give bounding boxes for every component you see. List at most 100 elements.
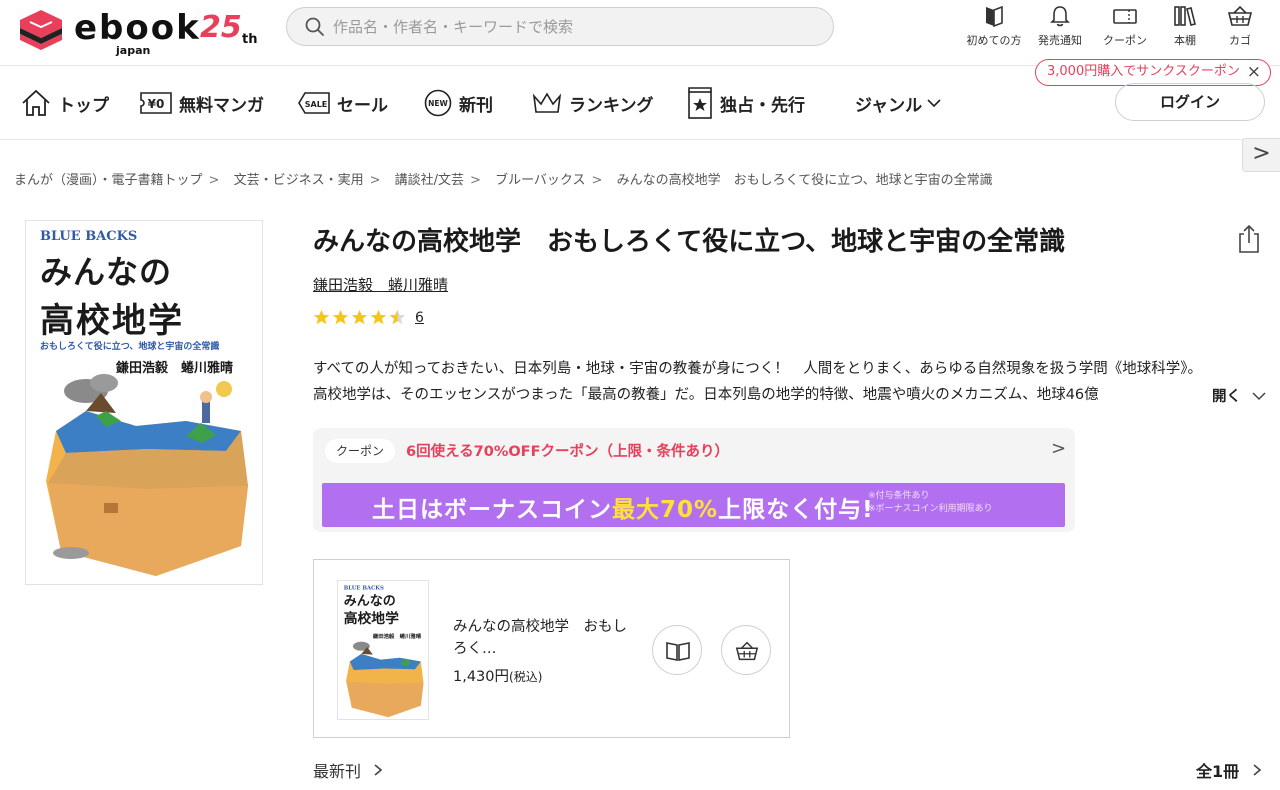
nav-new-releases[interactable]: NEW 新刊 <box>423 85 493 121</box>
svg-text:みんなの: みんなの <box>344 594 396 609</box>
nav-label: 独占・先行 <box>720 95 805 116</box>
breadcrumb-separator: > <box>208 173 220 188</box>
svg-text:鎌田浩毅 蜷川雅晴: 鎌田浩毅 蜷川雅晴 <box>372 632 422 640</box>
book-read-icon <box>666 642 690 661</box>
book-open-icon <box>986 5 1003 28</box>
logo-subtext: japan <box>116 44 151 57</box>
nav-genre[interactable]: ジャンル <box>855 85 942 121</box>
logo-books-icon <box>20 10 62 50</box>
svg-text:BLUE BACKS: BLUE BACKS <box>344 585 384 591</box>
nav-label: 無料マンガ <box>179 95 264 116</box>
star-icon <box>332 309 349 325</box>
anniversary-mark: 25 <box>200 10 242 45</box>
search-box[interactable] <box>286 7 834 46</box>
nav-free-manga[interactable]: ¥0 無料マンガ <box>139 85 264 121</box>
search-icon <box>305 17 325 37</box>
cover-title-line1: みんなの <box>40 253 173 291</box>
breadcrumb: まんが（漫画）・電子書籍トップ > 文芸・ビジネス・実用 > 講談社/文芸 > ブルー… <box>14 169 997 188</box>
volume-price: 1,430円(税込) <box>453 665 542 686</box>
all-volumes-link[interactable]: 全1冊 <box>1196 758 1263 782</box>
header-nav-label: 発売通知 <box>1038 34 1082 47</box>
chevron-down-icon <box>927 99 941 108</box>
breadcrumb-item[interactable]: まんが（漫画）・電子書籍トップ <box>14 173 203 188</box>
volume-title[interactable]: みんなの高校地学 おもしろく… <box>453 616 633 660</box>
rating-stars: 6 <box>313 309 424 326</box>
latest-volume-link[interactable]: 最新刊 <box>313 758 384 782</box>
coupon-icon <box>1113 9 1137 24</box>
book-cover[interactable]: BLUE BACKS みんなの 高校地学 おもしろくて役に立つ、地球と宇宙の全常… <box>25 220 263 585</box>
review-count-link[interactable]: 6 <box>415 310 424 326</box>
star-icon <box>313 309 330 325</box>
banner-note: ※付与条件あり ※ボーナスコイン利用期限あり <box>868 490 993 516</box>
cover-series: BLUE BACKS <box>40 229 138 244</box>
banner-part2: 上限なく付与! <box>718 497 874 523</box>
price-value: 1,430円 <box>453 669 510 685</box>
bonus-coin-banner[interactable]: 土日はボーナスコイン最大70%上限なく付与! ※付与条件あり ※ボーナスコイン利… <box>322 483 1065 527</box>
cover-title-line2: 高校地学 <box>40 301 184 341</box>
book-title: みんなの高校地学 おもしろくて役に立つ、地球と宇宙の全常識 <box>313 227 1066 257</box>
search-input[interactable] <box>333 8 813 45</box>
expand-label: 開く <box>1212 389 1241 405</box>
banner-headline: 土日はボーナスコイン最大70%上限なく付与! <box>372 490 874 524</box>
book-authors-link[interactable]: 鎌田浩毅 蜷川雅晴 <box>313 274 448 295</box>
nav-ranking[interactable]: ランキング <box>531 85 654 121</box>
coupon-offer-link[interactable]: 6回使える70%OFFクーポン（上限・条件あり） <box>406 440 729 461</box>
chevron-down-icon <box>1252 392 1266 401</box>
cover-subtitle: おもしろくて役に立つ、地球と宇宙の全常識 <box>40 342 220 352</box>
banner-highlight: 最大70% <box>612 497 719 523</box>
svg-text:高校地学: 高校地学 <box>344 610 399 627</box>
breadcrumb-separator: > <box>470 173 481 188</box>
star-half-icon <box>389 309 406 325</box>
header-nav-label: 初めての方 <box>966 34 1022 47</box>
nav-label: 新刊 <box>459 95 493 116</box>
yen-zero-icon: ¥0 <box>140 92 172 114</box>
star-book-icon <box>688 87 712 119</box>
nav-top[interactable]: トップ <box>20 85 109 121</box>
svg-text:NEW: NEW <box>428 99 448 108</box>
breadcrumb-item[interactable]: 文芸・ビジネス・実用 <box>234 173 364 188</box>
nav-sale[interactable]: SALE セール <box>297 85 388 121</box>
chevron-right-icon <box>1253 764 1261 776</box>
anniversary-suffix: th <box>242 32 258 47</box>
ebook-japan-logo[interactable]: ebook japan 25 th <box>18 6 263 57</box>
breadcrumb-current: みんなの高校地学 おもしろくて役に立つ、地球と宇宙の全常識 <box>616 173 993 188</box>
nav-exclusive[interactable]: 独占・先行 <box>686 85 805 121</box>
cart-icon <box>1227 5 1253 26</box>
header-nav-cart[interactable]: カゴ <box>1208 4 1272 54</box>
star-icon <box>370 309 387 325</box>
volume-card: BLUE BACKS みんなの 高校地学 鎌田浩毅 蜷川雅晴 みんなの高校地学 … <box>313 559 790 738</box>
logo-text: ebook <box>74 8 201 48</box>
chevron-right-icon[interactable]: > <box>1242 138 1280 172</box>
expand-description-button[interactable]: 開く <box>1212 385 1266 406</box>
book-description: すべての人が知っておきたい、日本列島・地球・宇宙の教養が身につく！ 人間をとりま… <box>313 361 1202 403</box>
nav-label: トップ <box>58 95 109 116</box>
promo-box: クーポン 6回使える70%OFFクーポン（上限・条件あり） > 土日はボーナスコ… <box>313 428 1075 532</box>
latest-label: 最新刊 <box>313 762 362 781</box>
price-tax-label: (税込) <box>509 670 543 684</box>
total-label: 全1冊 <box>1196 762 1240 781</box>
volume-cover-image: BLUE BACKS みんなの 高校地学 鎌田浩毅 蜷川雅晴 <box>344 585 424 718</box>
header-nav-release-notice[interactable]: 発売通知 <box>1028 4 1092 54</box>
nav-label: セール <box>337 95 388 116</box>
site-header: ebook japan 25 th 初めての方 発売通知 クーポン <box>0 0 1280 66</box>
banner-note-line: ※付与条件あり <box>868 491 930 501</box>
nav-label: ジャンル <box>855 95 923 116</box>
header-nav-label: カゴ <box>1229 34 1251 47</box>
cart-icon <box>735 641 759 661</box>
banner-part1: 土日はボーナスコイン <box>372 497 612 523</box>
breadcrumb-separator: > <box>591 173 603 188</box>
header-nav-first-time[interactable]: 初めての方 <box>962 4 1026 54</box>
read-sample-button[interactable] <box>652 625 702 675</box>
volume-cover-thumbnail[interactable]: BLUE BACKS みんなの 高校地学 鎌田浩毅 蜷川雅晴 <box>337 580 429 720</box>
header-nav-coupon[interactable]: クーポン <box>1093 4 1157 54</box>
svg-text:SALE: SALE <box>305 100 328 109</box>
chevron-right-icon[interactable]: > <box>1051 438 1066 459</box>
nav-label: ランキング <box>569 95 654 116</box>
banner-note-line: ※ボーナスコイン利用期限あり <box>868 504 993 514</box>
share-icon[interactable] <box>1236 224 1262 254</box>
breadcrumb-item[interactable]: ブルーバックス <box>495 173 585 188</box>
login-button[interactable]: ログイン <box>1115 83 1265 121</box>
add-to-cart-button[interactable] <box>721 625 771 675</box>
breadcrumb-item[interactable]: 講談社/文芸 <box>395 173 464 188</box>
chevron-right-icon <box>374 764 383 776</box>
